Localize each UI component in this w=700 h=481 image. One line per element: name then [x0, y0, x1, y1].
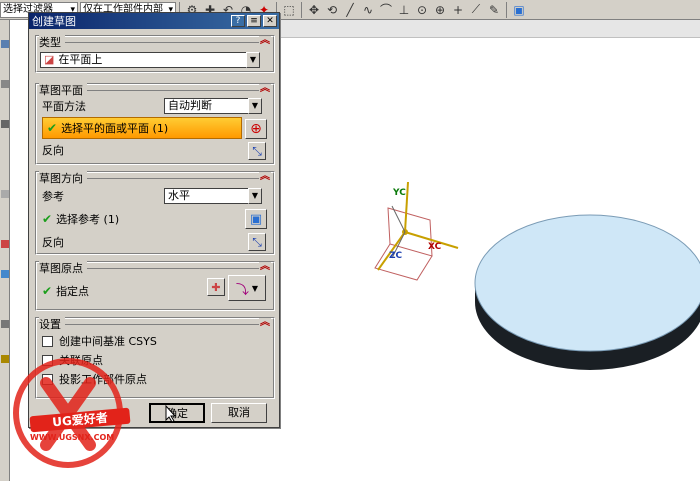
reference-label: 参考	[42, 190, 64, 203]
tool-icon[interactable]	[1, 80, 9, 88]
dialog-title: 创建草图	[32, 15, 76, 28]
crosshair-icon: ⊕	[250, 121, 262, 137]
help-icon[interactable]: ?	[231, 15, 245, 27]
palette-icon[interactable]	[1, 190, 9, 198]
plane-method-label: 平面方法	[42, 100, 86, 113]
web-icon[interactable]	[1, 270, 9, 278]
curve-icon[interactable]: ∿	[359, 1, 377, 19]
point-type-dropdown[interactable]: ⤵ ▼	[228, 275, 266, 301]
select-plane-label: 选择平的面或平面 (1)	[61, 122, 169, 135]
check-icon: ✔	[42, 284, 53, 298]
sketch-plane-preview	[374, 207, 433, 281]
select-reference-field[interactable]: ✔ 选择参考 (1)	[42, 210, 268, 228]
create-csys-checkbox[interactable]	[42, 335, 53, 347]
create-csys-option[interactable]: 创建中间基准 CSYS	[42, 332, 268, 350]
role-icon[interactable]	[1, 320, 9, 328]
circle-point-icon[interactable]: ⊙	[413, 1, 431, 19]
reverse-direction-icon: ⤡	[252, 234, 262, 249]
zc-label: ZC	[389, 251, 403, 261]
sketch-plane-group: 草图平面 ︽ 平面方法 自动判断 ▼ ✔ 选择平的面或平面 (1) ⊕ 反向 ⤡	[35, 82, 275, 165]
model-view	[374, 181, 700, 370]
collapse-icon[interactable]: ︽	[259, 172, 271, 184]
type-group: 类型 ︽ ◪ 在平面上 ▼	[35, 34, 275, 73]
sketch-type-select[interactable]: ◪ 在平面上 ▼	[40, 52, 260, 68]
point-constructor-button[interactable]: ✚	[207, 278, 225, 296]
reference-select[interactable]: 水平 ▼	[164, 188, 262, 204]
dialog-title-bar[interactable]: 创建草图 ? ≡ ✕	[29, 13, 279, 29]
tangent-icon[interactable]: ⟋	[467, 1, 485, 19]
collapse-icon[interactable]: ︽	[259, 84, 271, 96]
box-select-icon[interactable]: ⬚	[280, 1, 298, 19]
cancel-button[interactable]: 取消	[211, 403, 267, 423]
rotate-icon[interactable]: ⟲	[323, 1, 341, 19]
plane-type-icon: ◪	[44, 53, 55, 66]
point-constructor-icon: ✚	[211, 280, 221, 294]
plane-reverse-label: 反向	[42, 144, 64, 157]
check-icon: ✔	[42, 212, 53, 226]
collapse-icon[interactable]: ︽	[259, 318, 271, 330]
sketch-orientation-title: 草图方向	[39, 170, 87, 186]
toolbar-separator	[301, 1, 302, 18]
reference-dialog-button[interactable]: ▣	[245, 209, 267, 229]
brush-icon[interactable]: ✎	[485, 1, 503, 19]
orientation-reverse-button[interactable]: ⤡	[248, 233, 266, 251]
cube-icon: ▣	[249, 211, 263, 227]
watermark-url: WWW.UGSNX.COM	[30, 433, 115, 442]
history-icon[interactable]	[1, 120, 9, 128]
intersection-icon[interactable]: ⊥	[395, 1, 413, 19]
inferred-point-icon: ⤵	[235, 282, 249, 298]
navigator-icon[interactable]	[1, 40, 9, 48]
type-group-title: 类型	[39, 34, 65, 50]
select-plane-field[interactable]: ✔ 选择平的面或平面 (1)	[42, 117, 242, 139]
collapse-icon[interactable]: ︽	[259, 262, 271, 274]
sketch-orientation-group: 草图方向 ︽ 参考 水平 ▼ ✔ 选择参考 (1) ▣ 反向 ⤡	[35, 170, 275, 255]
chevron-down-icon[interactable]: ▼	[248, 98, 262, 114]
select-reference-label: 选择参考 (1)	[56, 213, 120, 226]
mouse-cursor-icon	[165, 405, 177, 423]
toolbar-separator	[506, 1, 507, 18]
close-icon[interactable]: ✕	[263, 15, 277, 27]
sketch-origin-title: 草图原点	[39, 260, 87, 276]
settings-title: 设置	[39, 316, 65, 332]
plane-reverse-button[interactable]: ⤡	[248, 142, 266, 160]
part-icon[interactable]	[1, 240, 9, 248]
move-icon[interactable]: ✥	[305, 1, 323, 19]
create-csys-label: 创建中间基准 CSYS	[59, 335, 157, 348]
line-icon[interactable]: ╱	[341, 1, 359, 19]
menu-icon[interactable]: ≡	[247, 15, 261, 27]
chevron-down-icon: ▼	[251, 283, 259, 293]
specify-point-label: 指定点	[56, 285, 90, 298]
plus-icon[interactable]: +	[449, 1, 467, 19]
cylinder-top-face	[474, 214, 700, 352]
sketch-plane-title: 草图平面	[39, 82, 87, 98]
ok-button[interactable]: 确定	[149, 403, 205, 423]
arc-icon[interactable]: ⌒	[377, 1, 395, 19]
yc-label: YC	[393, 188, 406, 198]
xc-label: XC	[428, 242, 442, 252]
chevron-down-icon[interactable]: ▼	[248, 188, 262, 204]
graphics-window[interactable]: YC XC ZC	[280, 20, 700, 481]
sketch-origin-group: 草图原点 ︽ ✔ 指定点 ✚ ⤵ ▼	[35, 260, 275, 311]
chevron-down-icon[interactable]: ▼	[246, 52, 260, 68]
cylinder-body	[474, 214, 700, 370]
plane-dialog-button[interactable]: ⊕	[245, 119, 267, 139]
check-icon: ✔	[47, 121, 58, 135]
center-icon[interactable]: ⊕	[431, 1, 449, 19]
solid-icon[interactable]: ▣	[510, 1, 528, 19]
plane-method-select[interactable]: 自动判断 ▼	[164, 98, 262, 114]
orientation-reverse-label: 反向	[42, 236, 64, 249]
reverse-direction-icon: ⤡	[252, 143, 262, 158]
collapse-icon[interactable]: ︽	[259, 36, 271, 48]
